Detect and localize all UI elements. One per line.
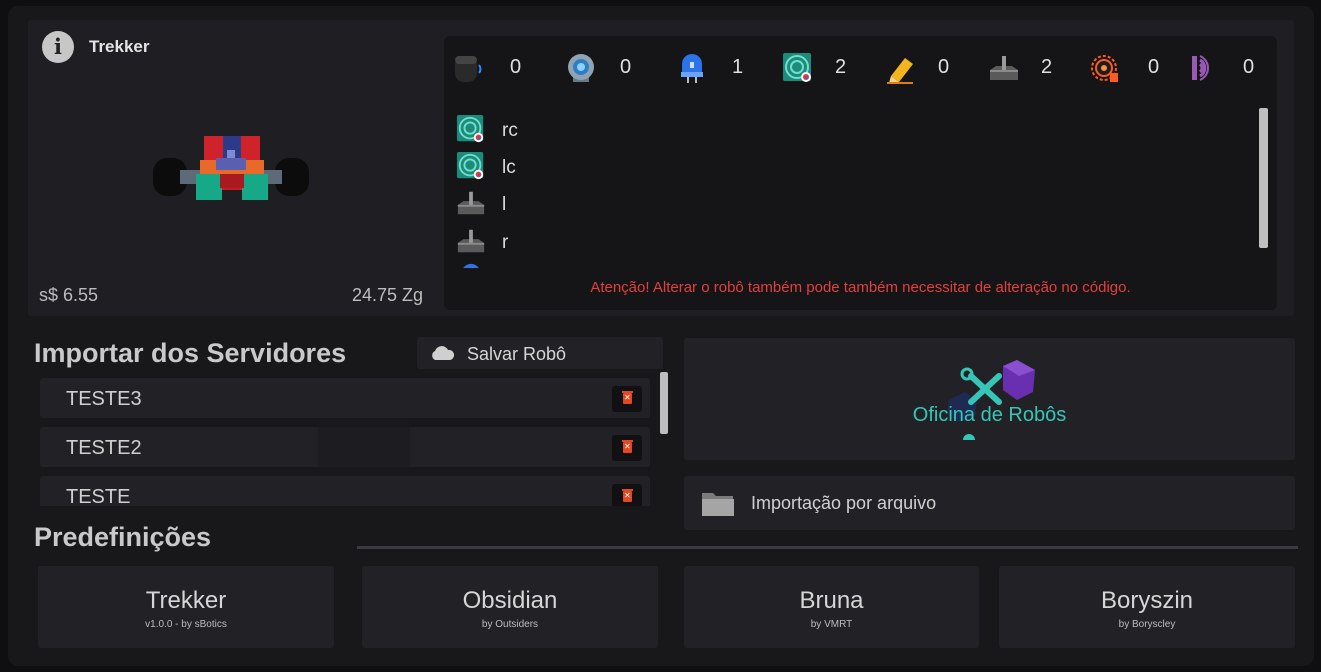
warning-message: Atenção! Alterar o robô também pode tamb… bbox=[590, 279, 1131, 296]
led-icon bbox=[676, 52, 708, 84]
save-robot-label: Salvar Robô bbox=[467, 344, 567, 364]
sensor-list-scrollbar[interactable] bbox=[1259, 108, 1268, 248]
color-sensor-icon bbox=[456, 151, 486, 181]
lidar-sensor-icon bbox=[1089, 52, 1121, 84]
sound-sensor-icon bbox=[1192, 52, 1224, 84]
sensor-list-label: rc bbox=[502, 120, 518, 141]
server-robot-item[interactable]: TESTE bbox=[40, 476, 650, 506]
preset-card[interactable]: Trekker v1.0.0 - by sBotics bbox=[38, 566, 334, 648]
pen-icon bbox=[885, 52, 917, 84]
camera-sensor-icon bbox=[565, 52, 597, 84]
color-sensor-icon bbox=[782, 52, 814, 84]
preset-name: Obsidian bbox=[462, 587, 558, 614]
sensor-count-bar: 0 0 1 2 0 2 0 0 bbox=[452, 50, 1272, 86]
motor-icon bbox=[456, 226, 486, 256]
sensor-list-label: lc bbox=[502, 157, 516, 178]
preset-card[interactable]: Boryszin by Boryscley bbox=[999, 566, 1295, 648]
preset-author: by Outsiders bbox=[481, 619, 539, 630]
workshop-label: Oficina de Robôs bbox=[912, 404, 1067, 426]
preset-card[interactable]: Bruna by VMRT bbox=[684, 566, 979, 648]
color-sensor-icon bbox=[456, 114, 486, 144]
info-icon[interactable]: i bbox=[42, 31, 74, 63]
preset-name: Bruna bbox=[799, 587, 864, 614]
sensor-count-value: 0 bbox=[1243, 56, 1255, 78]
folder-icon bbox=[701, 489, 735, 522]
presets-divider bbox=[357, 546, 1298, 549]
preset-author: by VMRT bbox=[810, 619, 853, 630]
delete-button[interactable] bbox=[612, 386, 642, 412]
server-list-scrollbar[interactable] bbox=[660, 372, 668, 434]
sensor-count-value: 2 bbox=[835, 56, 847, 78]
presets-section-title: Predefinições bbox=[34, 522, 212, 552]
server-robot-name: TESTE2 bbox=[66, 437, 142, 459]
preset-author: by Boryscley bbox=[1118, 619, 1176, 630]
robot-preview[interactable] bbox=[150, 130, 312, 209]
drag-ghost bbox=[318, 421, 410, 473]
trash-icon bbox=[622, 489, 633, 502]
server-robot-item[interactable]: TESTE3 bbox=[40, 378, 650, 418]
sensor-list-label: r bbox=[502, 232, 509, 253]
sensor-list: rc lc l r bbox=[456, 108, 1256, 268]
sensor-count-value: 0 bbox=[510, 56, 522, 78]
sensor-count-value: 0 bbox=[620, 56, 632, 78]
motor-icon bbox=[456, 188, 486, 218]
cloud-icon bbox=[429, 345, 455, 366]
workshop-tools-icon bbox=[941, 348, 1037, 453]
server-robot-name: TESTE3 bbox=[66, 388, 142, 410]
ultrasonic-sensor-icon bbox=[452, 52, 484, 84]
robot-workshop-button[interactable]: Oficina de Robôs bbox=[684, 338, 1295, 460]
sensor-count-value: 0 bbox=[1148, 56, 1160, 78]
server-robot-name: TESTE bbox=[66, 486, 131, 506]
robot-name: Trekker bbox=[89, 37, 150, 56]
sensor-count-value: 0 bbox=[938, 56, 950, 78]
robot-weight: 24.75 Zg bbox=[352, 285, 424, 305]
file-import-label: Importação por arquivo bbox=[751, 493, 937, 513]
preset-name: Boryszin bbox=[1100, 587, 1194, 614]
robot-price: s$ 6.55 bbox=[39, 285, 99, 305]
trash-icon bbox=[622, 391, 633, 404]
delete-button[interactable] bbox=[612, 484, 642, 506]
motor-icon bbox=[988, 52, 1020, 84]
led-icon bbox=[456, 262, 486, 268]
sensor-list-label: l bbox=[502, 194, 507, 215]
trash-icon bbox=[622, 440, 633, 453]
preset-author: v1.0.0 - by sBotics bbox=[145, 619, 227, 630]
sensor-count-value: 2 bbox=[1041, 56, 1053, 78]
preset-card[interactable]: Obsidian by Outsiders bbox=[362, 566, 658, 648]
file-import-button[interactable]: Importação por arquivo bbox=[684, 476, 1295, 530]
sensor-count-value: 1 bbox=[732, 56, 744, 78]
delete-button[interactable] bbox=[612, 435, 642, 461]
import-section-title: Importar dos Servidores bbox=[34, 338, 347, 368]
save-robot-button[interactable]: Salvar Robô bbox=[417, 337, 663, 369]
preset-name: Trekker bbox=[145, 587, 227, 614]
